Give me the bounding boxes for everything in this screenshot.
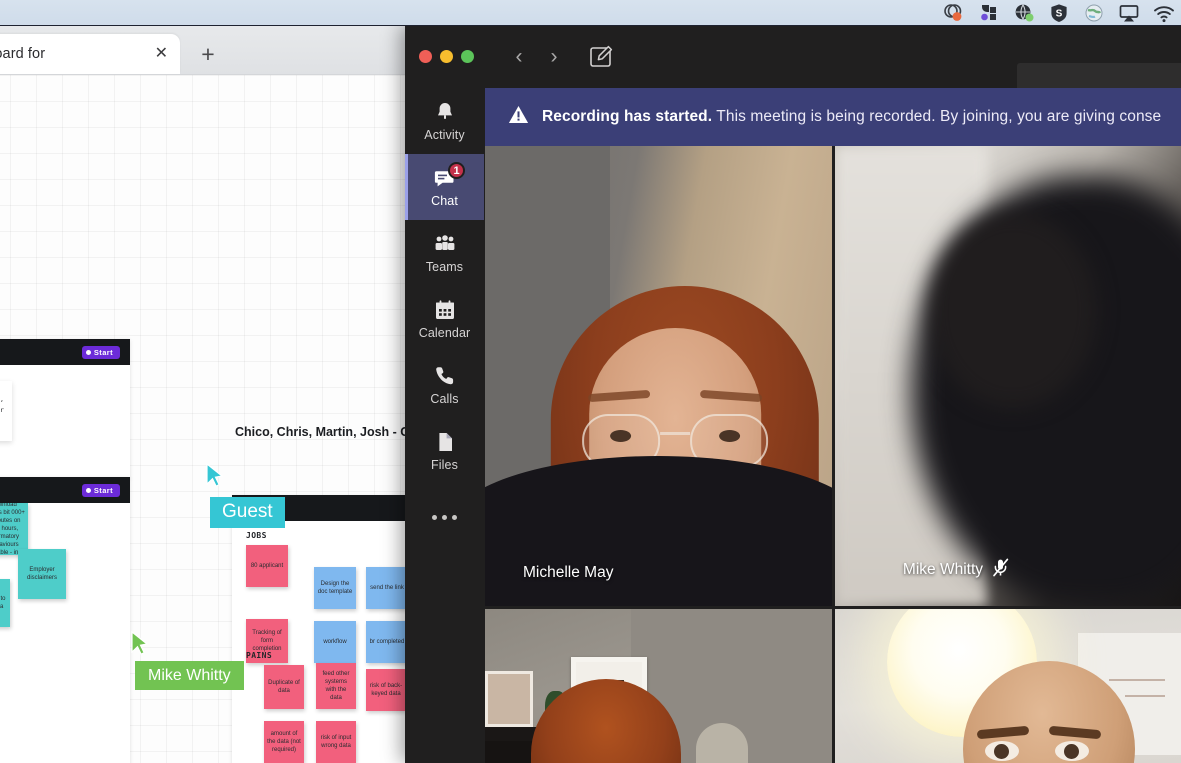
svg-text:S: S [1056, 8, 1063, 19]
chat-unread-badge: 1 [448, 162, 465, 179]
cursor-label-guest: Guest [210, 497, 285, 528]
dropbox-menu-icon[interactable] [943, 3, 965, 23]
recording-banner-text: Recording has started. This meeting is b… [542, 108, 1161, 126]
rail-item-calls[interactable]: Calls [405, 352, 484, 418]
activity-card[interactable]: Fill in the jobs, pains, gains sheet for… [0, 381, 12, 441]
pains-section-label: PAINS [246, 651, 273, 660]
recording-banner-bold: Recording has started. [542, 108, 713, 125]
sticky-note[interactable]: risk of input wrong data [316, 721, 356, 763]
warning-icon [508, 105, 529, 129]
sticky-note[interactable]: risk of back-keyed data [366, 669, 406, 711]
airplay-menu-icon[interactable] [1118, 3, 1140, 23]
chip-label: Start [93, 485, 113, 495]
rail-item-teams[interactable]: Teams [405, 220, 484, 286]
sticky-note[interactable]: 80 applicant [246, 545, 288, 587]
sticky-note[interactable]: Employer disclaimers [18, 549, 66, 599]
recording-banner-rest: This meeting is being recorded. By joini… [712, 108, 1162, 125]
video-tile-bottom-right[interactable] [834, 609, 1181, 763]
whiteboard-frame-jpg[interactable]: , Pains, Gains Start Collect, review, pe… [0, 477, 130, 763]
video-tile-michelle-may[interactable]: Michelle May [485, 146, 832, 606]
cursor-pointer-guest [205, 462, 227, 494]
rail-item-chat[interactable]: 1 Chat [405, 154, 484, 220]
close-icon[interactable]: ✕ [155, 46, 168, 62]
rail-label: Activity [424, 128, 465, 142]
chip-label: Start [93, 347, 113, 357]
teams-nav-buttons: ‹ › [506, 44, 567, 70]
rail-more-options-icon[interactable] [405, 490, 484, 544]
bell-icon [433, 100, 457, 124]
rail-item-activity[interactable]: Activity [405, 88, 484, 154]
screen-root: S Online Whiteboard for ✕ + [0, 0, 1181, 763]
new-tab-button[interactable]: + [195, 42, 221, 68]
phone-icon [433, 364, 457, 388]
browser-tab-title: Online Whiteboard for [0, 46, 46, 62]
cursor-label-mike-whitty: Mike Whitty [135, 661, 244, 691]
rail-label: Chat [431, 194, 458, 208]
participant-name-text: Michelle May [523, 564, 614, 581]
frame-header-top: ns, Gains Start [0, 339, 130, 365]
jobs-section-label: JOBS [246, 531, 267, 540]
maximize-window-button[interactable] [461, 50, 474, 63]
shield-s-menu-icon[interactable]: S [1048, 3, 1070, 23]
participant-name-text: Mike Whitty [902, 561, 983, 578]
files-icon [433, 430, 457, 454]
minimize-window-button[interactable] [440, 50, 453, 63]
sticky-note[interactable]: feed other systems with the data [316, 663, 356, 709]
video-tile-bottom-left[interactable] [485, 609, 832, 763]
menu-bar-status-icons: S [943, 3, 1175, 23]
video-grid: Michelle May Mike Whitty [485, 146, 1181, 763]
close-window-button[interactable] [419, 50, 432, 63]
rail-label: Files [431, 458, 458, 472]
sticky-note[interactable]: amount of the data (not required) [264, 721, 304, 763]
recording-banner: Recording has started. This meeting is b… [485, 88, 1181, 146]
sticky-note[interactable]: students download onclips bit 000+ attri… [0, 503, 28, 555]
macos-menu-bar: S [0, 0, 1181, 26]
window-traffic-lights [405, 50, 474, 63]
browser-tab[interactable]: Online Whiteboard for ✕ [0, 34, 180, 74]
rail-label: Calendar [418, 326, 471, 340]
video-tile-mike-whitty[interactable]: Mike Whitty [834, 146, 1181, 606]
sticky-note[interactable]: Design the doc template [314, 567, 356, 609]
back-arrow-icon[interactable]: ‹ [506, 44, 532, 70]
earth-menu-icon[interactable] [1083, 3, 1105, 23]
forward-arrow-icon[interactable]: › [541, 44, 567, 70]
rail-label: Calls [430, 392, 459, 406]
wifi-menu-icon[interactable] [1153, 3, 1175, 23]
teams-window: ‹ › Search for or type a command Activit… [405, 25, 1181, 763]
participant-name: Mike Whitty [903, 558, 1009, 582]
rail-label: Teams [425, 260, 464, 274]
frame-start-chip[interactable]: Start [81, 483, 120, 497]
compose-icon[interactable] [587, 43, 615, 71]
app-menu-icon[interactable] [978, 3, 1000, 23]
sticky-note[interactable]: Easily way to review data [0, 579, 10, 627]
frame-start-chip[interactable]: Start [81, 345, 120, 359]
sticky-note[interactable]: workflow [314, 621, 356, 663]
rail-item-calendar[interactable]: Calendar [405, 286, 484, 352]
cursor-pointer-mike-whitty [130, 630, 152, 662]
sticky-note[interactable]: send the link [366, 567, 408, 609]
participant-name: Michelle May [523, 564, 613, 582]
sticky-note[interactable]: Duplicate of data [264, 665, 304, 709]
teams-icon [433, 232, 457, 256]
globe-sync-menu-icon[interactable] [1013, 3, 1035, 23]
teams-app-rail: Activity 1 Chat Teams Calendar Calls Fil… [405, 88, 484, 763]
sticky-note[interactable]: br completed [366, 621, 408, 663]
frame-header-jpg: , Pains, Gains Start [0, 477, 130, 503]
rail-item-files[interactable]: Files [405, 418, 484, 484]
calendar-icon [433, 298, 457, 322]
whiteboard-frame-top[interactable]: ns, Gains Start ACTIVITY Fill in the job… [0, 339, 130, 479]
muted-mic-icon [992, 558, 1009, 582]
